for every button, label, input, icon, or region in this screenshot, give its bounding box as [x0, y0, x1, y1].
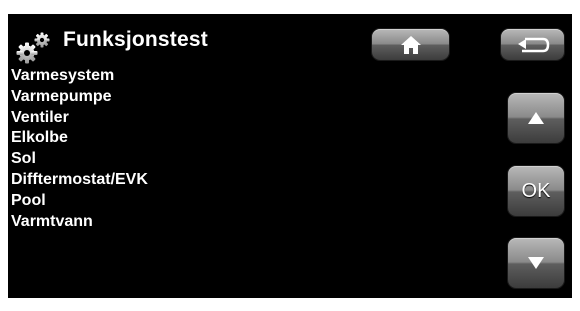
home-icon — [400, 35, 422, 55]
menu-item-elkolbe[interactable]: Elkolbe — [11, 128, 148, 149]
arrow-down-icon — [527, 256, 545, 270]
menu-item-varmesystem[interactable]: Varmesystem — [11, 66, 148, 87]
menu-item-ventiler[interactable]: Ventiler — [11, 108, 148, 129]
back-arrow-icon — [516, 35, 550, 55]
menu-item-varmtvann[interactable]: Varmtvann — [11, 212, 148, 233]
arrow-up-icon — [527, 111, 545, 125]
menu-item-difftermostat-evk[interactable]: Difftermostat/EVK — [11, 170, 148, 191]
function-test-menu: Varmesystem Varmepumpe Ventiler Elkolbe … — [11, 66, 148, 232]
home-button[interactable] — [372, 29, 449, 60]
scroll-down-button[interactable] — [508, 238, 564, 288]
menu-item-varmepumpe[interactable]: Varmepumpe — [11, 87, 148, 108]
scroll-up-button[interactable] — [508, 93, 564, 143]
back-button[interactable] — [501, 29, 564, 60]
gears-icon — [10, 26, 56, 66]
menu-item-sol[interactable]: Sol — [11, 149, 148, 170]
screen: Funksjonstest Varmesystem Varmepumpe Ven… — [8, 14, 572, 298]
ok-label: OK — [521, 179, 551, 202]
menu-item-pool[interactable]: Pool — [11, 191, 148, 212]
page-title: Funksjonstest — [63, 28, 208, 51]
ok-button[interactable]: OK — [508, 166, 564, 216]
